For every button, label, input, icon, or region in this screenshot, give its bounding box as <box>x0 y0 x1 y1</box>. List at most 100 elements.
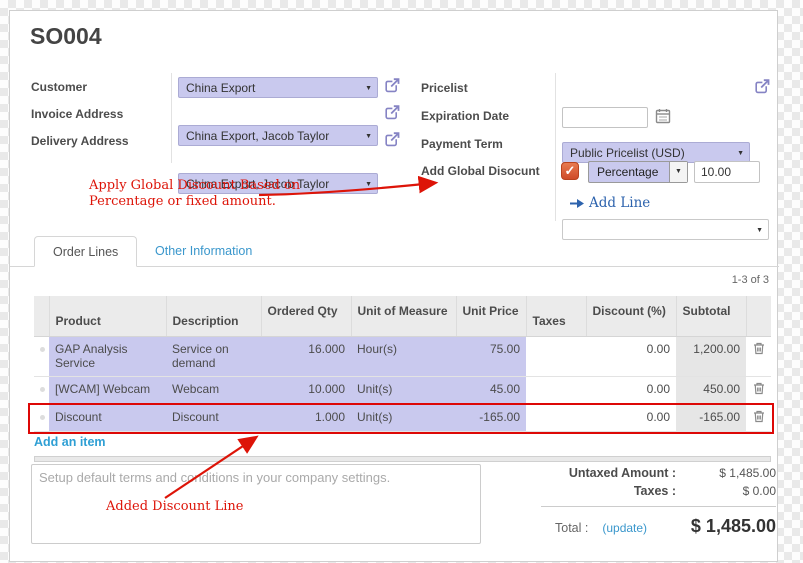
cell-discount[interactable]: 0.00 <box>586 336 676 376</box>
total-value: $ 1,485.00 <box>691 516 776 537</box>
chevron-down-icon: ▼ <box>365 133 372 140</box>
cell-subtotal: -165.00 <box>676 404 746 431</box>
terms-textarea[interactable] <box>31 464 481 544</box>
section-separator <box>34 456 771 462</box>
arrow-right-icon <box>570 198 584 209</box>
cell-qty[interactable]: 1.000 <box>261 404 351 431</box>
col-product[interactable]: Product <box>49 296 166 336</box>
invoice-address-value: China Export, Jacob Taylor <box>186 129 329 143</box>
add-an-item-link[interactable]: Add an item <box>34 435 106 449</box>
annotation-line1: Apply Global Discount Based on <box>89 178 300 194</box>
table-row[interactable]: GAP Analysis Service Service on demand 1… <box>34 336 771 376</box>
cell-qty[interactable]: 16.000 <box>261 336 351 376</box>
delete-row-button[interactable] <box>746 336 771 376</box>
cell-discount[interactable]: 0.00 <box>586 376 676 404</box>
col-taxes[interactable]: Taxes <box>526 296 586 336</box>
page-title: SO004 <box>30 23 102 50</box>
right-fields-divider <box>555 73 556 221</box>
total-label: Total : <box>555 521 588 535</box>
drag-handle[interactable] <box>34 404 49 431</box>
trash-icon <box>753 382 765 395</box>
cell-unit-price[interactable]: 45.00 <box>456 376 526 404</box>
cell-description[interactable]: Service on demand <box>166 336 261 376</box>
customer-value: China Export <box>186 81 255 95</box>
payment-term-label: Payment Term <box>421 137 503 151</box>
cell-product[interactable]: GAP Analysis Service <box>49 336 166 376</box>
invoice-address-label: Invoice Address <box>31 107 123 121</box>
chevron-down-icon: ▼ <box>737 150 744 157</box>
cell-subtotal: 450.00 <box>676 376 746 404</box>
untaxed-amount-value: $ 1,485.00 <box>676 466 776 480</box>
col-ordered-qty[interactable]: Ordered Qty <box>261 296 351 336</box>
drag-handle-icon <box>40 387 45 392</box>
col-description[interactable]: Description <box>166 296 261 336</box>
delete-row-button[interactable] <box>746 404 771 431</box>
table-row[interactable]: [WCAM] Webcam Webcam 10.000 Unit(s) 45.0… <box>34 376 771 404</box>
drag-handle[interactable] <box>34 336 49 376</box>
update-total-link[interactable]: (update) <box>602 521 647 535</box>
invoice-address-select[interactable]: China Export, Jacob Taylor ▼ <box>178 125 378 146</box>
left-fields-divider <box>171 73 172 163</box>
drag-handle-header <box>34 296 49 336</box>
global-discount-checkbox[interactable]: ✓ <box>561 162 579 180</box>
chevron-down-icon: ▼ <box>365 85 372 92</box>
add-line-link[interactable]: Add Line <box>570 195 650 211</box>
calendar-icon[interactable] <box>655 108 671 129</box>
annotation-global-discount: Apply Global Discount Based on Percentag… <box>89 178 300 210</box>
cell-taxes[interactable] <box>526 404 586 431</box>
chevron-down-icon: ▼ <box>669 162 687 182</box>
pricelist-label: Pricelist <box>421 81 468 95</box>
discount-type-select[interactable]: Percentage ▼ <box>588 161 688 183</box>
col-subtotal[interactable]: Subtotal <box>676 296 746 336</box>
cell-uom[interactable]: Unit(s) <box>351 404 456 431</box>
pager: 1-3 of 3 <box>732 274 769 286</box>
customer-label: Customer <box>31 80 87 94</box>
invoice-address-open-record-icon[interactable] <box>384 104 401 126</box>
col-unit-of-measure[interactable]: Unit of Measure <box>351 296 456 336</box>
delete-row-button[interactable] <box>746 376 771 404</box>
cell-product[interactable]: Discount <box>49 404 166 431</box>
pricelist-value: Public Pricelist (USD) <box>570 146 685 160</box>
cell-discount[interactable]: 0.00 <box>586 404 676 431</box>
tab-order-lines[interactable]: Order Lines <box>34 236 137 267</box>
col-actions <box>746 296 771 336</box>
discount-amount-input[interactable] <box>694 161 760 183</box>
customer-select[interactable]: China Export ▼ <box>178 77 378 98</box>
pricelist-open-record-icon[interactable] <box>754 78 771 100</box>
drag-handle-icon <box>40 415 45 420</box>
cell-product[interactable]: [WCAM] Webcam <box>49 376 166 404</box>
notebook-tabbar: Order Lines Other Information <box>10 236 779 267</box>
cell-unit-price[interactable]: -165.00 <box>456 404 526 431</box>
totals-divider <box>541 506 776 507</box>
tab-other-information[interactable]: Other Information <box>155 244 252 258</box>
col-discount[interactable]: Discount (%) <box>586 296 676 336</box>
drag-handle[interactable] <box>34 376 49 404</box>
cell-description[interactable]: Webcam <box>166 376 261 404</box>
taxes-value: $ 0.00 <box>676 484 776 498</box>
annotation-line2: Percentage or fixed amount. <box>89 194 300 210</box>
expiration-date-input[interactable] <box>562 107 648 128</box>
cell-qty[interactable]: 10.000 <box>261 376 351 404</box>
annotation-added-discount: Added Discount Line <box>106 499 244 515</box>
drag-handle-icon <box>40 347 45 352</box>
col-unit-price[interactable]: Unit Price <box>456 296 526 336</box>
totals-panel: Untaxed Amount : $ 1,485.00 Taxes : $ 0.… <box>541 466 776 537</box>
expiration-date-label: Expiration Date <box>421 109 509 123</box>
cell-description[interactable]: Discount <box>166 404 261 431</box>
cell-taxes[interactable] <box>526 376 586 404</box>
cell-subtotal: 1,200.00 <box>676 336 746 376</box>
cell-uom[interactable]: Hour(s) <box>351 336 456 376</box>
cell-unit-price[interactable]: 75.00 <box>456 336 526 376</box>
delivery-address-open-record-icon[interactable] <box>384 131 401 153</box>
chevron-down-icon: ▼ <box>756 227 763 234</box>
trash-icon <box>753 410 765 423</box>
sale-order-form: SO004 Customer Invoice Address Delivery … <box>9 10 778 562</box>
table-header-row: Product Description Ordered Qty Unit of … <box>34 296 771 336</box>
cell-taxes[interactable] <box>526 336 586 376</box>
customer-open-record-icon[interactable] <box>384 77 401 99</box>
table-row-discount[interactable]: Discount Discount 1.000 Unit(s) -165.00 … <box>34 404 771 431</box>
cell-uom[interactable]: Unit(s) <box>351 376 456 404</box>
delivery-address-label: Delivery Address <box>31 134 129 148</box>
discount-type-value: Percentage <box>589 162 669 182</box>
pricelist-select[interactable]: Public Pricelist (USD) ▼ <box>562 142 750 163</box>
